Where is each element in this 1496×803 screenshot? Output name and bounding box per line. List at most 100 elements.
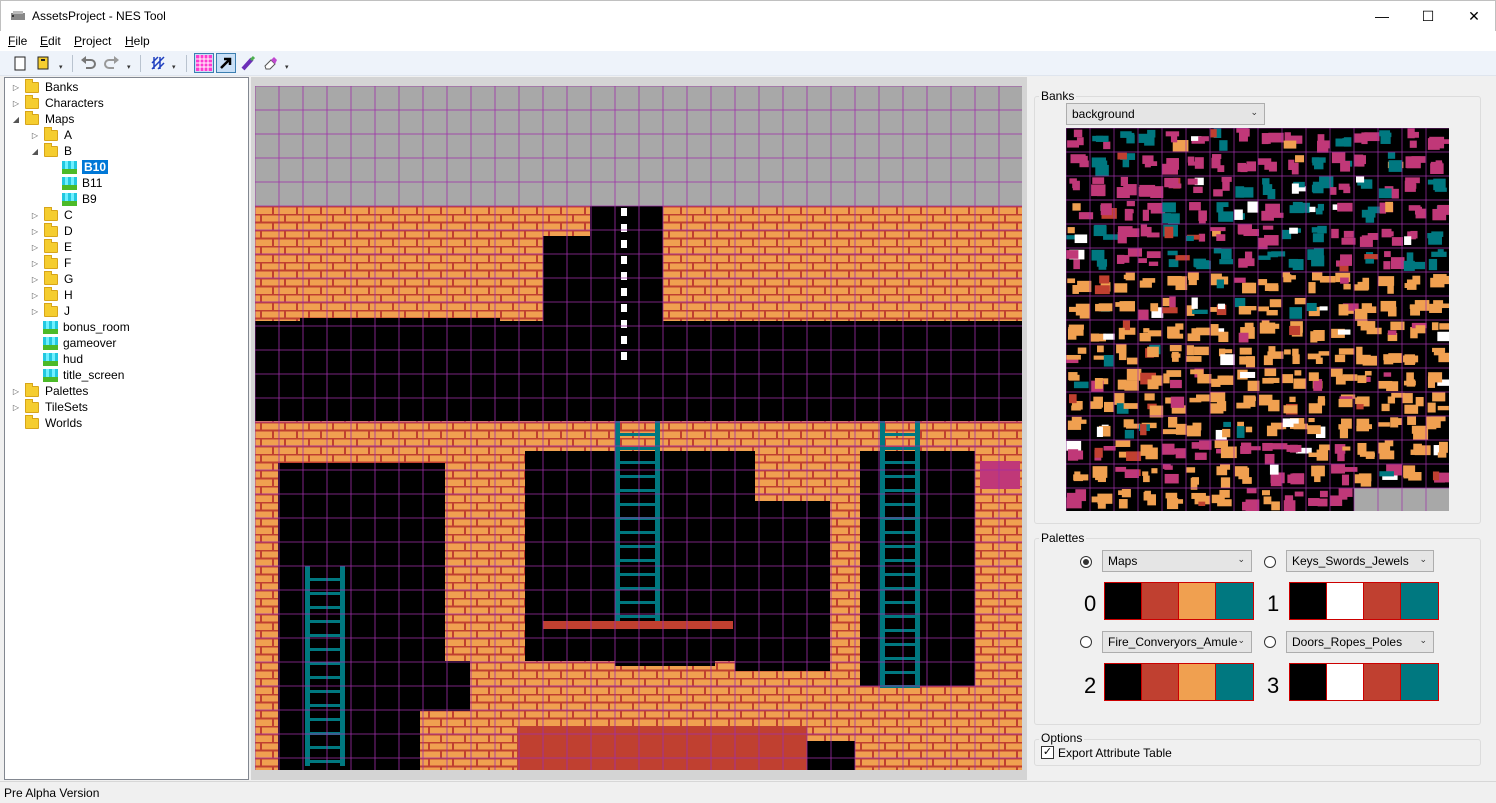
tile-pixel[interactable] [1147, 330, 1162, 337]
tile-pixel[interactable] [1103, 333, 1115, 340]
tile-pixel[interactable] [1269, 299, 1282, 308]
tile-pixel[interactable] [1428, 258, 1438, 271]
tile-pixel[interactable] [1168, 416, 1178, 428]
tile-pixel[interactable] [1115, 466, 1127, 472]
tree-node[interactable]: B10 [49, 159, 109, 175]
tile-pixel[interactable] [1261, 133, 1269, 145]
tile-pixel[interactable] [1073, 381, 1089, 389]
tile-pixel[interactable] [1409, 140, 1417, 148]
tile-pixel[interactable] [1221, 176, 1232, 182]
tile-pixel[interactable] [1067, 278, 1076, 284]
tile-pixel[interactable] [1115, 440, 1131, 447]
tile-pixel[interactable] [1258, 279, 1268, 286]
tree-node[interactable]: ▷ TileSets [11, 398, 88, 415]
tile-pixel[interactable] [1142, 209, 1149, 221]
tile-pixel[interactable] [1213, 189, 1223, 197]
tile-pixel[interactable] [1148, 261, 1159, 266]
tile-pixel[interactable] [1338, 304, 1349, 316]
tile-pixel[interactable] [1317, 396, 1325, 402]
tile-pixel[interactable] [1192, 309, 1208, 315]
tile-pixel[interactable] [1143, 328, 1150, 333]
tile-pixel[interactable] [1169, 499, 1184, 504]
tile-pixel[interactable] [1283, 500, 1296, 511]
empty-tile[interactable] [1426, 488, 1449, 511]
tile-pixel[interactable] [1262, 178, 1270, 185]
tile-pixel[interactable] [1067, 227, 1075, 234]
tile-pixel[interactable] [1404, 404, 1419, 414]
tile-pixel[interactable] [1170, 396, 1185, 408]
tile-pixel[interactable] [1245, 356, 1256, 368]
tile-pixel[interactable] [1238, 332, 1249, 343]
tile-pixel[interactable] [1331, 228, 1339, 239]
new-file-icon[interactable] [10, 53, 30, 73]
tree-node[interactable]: ◢ Maps [11, 110, 74, 127]
tile-pixel[interactable] [1075, 155, 1088, 161]
tile-pixel[interactable] [1289, 396, 1296, 403]
tile-pixel[interactable] [1410, 261, 1426, 270]
tile-pixel[interactable] [1311, 465, 1325, 477]
tile-pixel[interactable] [1198, 501, 1206, 506]
tile-pixel[interactable] [1313, 248, 1324, 261]
tile-pixel[interactable] [1150, 303, 1159, 312]
tree-expander-icon[interactable]: ◢ [30, 147, 40, 156]
tile-pixel[interactable] [1191, 297, 1198, 309]
palette-1-select[interactable]: Keys_Swords_Jewels ⌄ [1286, 550, 1434, 572]
tile-pixel[interactable] [1167, 333, 1184, 339]
palette-color-swatch[interactable] [1327, 583, 1364, 619]
palette-3-select[interactable]: Doors_Ropes_Poles ⌄ [1286, 631, 1434, 653]
tree-expander-icon[interactable]: ▷ [30, 275, 40, 284]
tile-pixel[interactable] [1431, 322, 1439, 331]
tile-pixel[interactable] [1162, 429, 1178, 435]
palette-color-swatch[interactable] [1364, 583, 1401, 619]
map-canvas[interactable] [255, 86, 1022, 770]
tile-pixel[interactable] [1094, 447, 1103, 458]
tile-pixel[interactable] [1385, 201, 1394, 213]
tile-pixel[interactable] [1312, 233, 1324, 243]
tile-pixel[interactable] [1222, 428, 1231, 438]
tile-pixel[interactable] [1385, 132, 1392, 138]
tile-pixel[interactable] [1294, 491, 1304, 497]
tile-pixel[interactable] [1245, 426, 1253, 433]
tile-pixel[interactable] [1407, 416, 1417, 425]
tile-pixel[interactable] [1308, 417, 1315, 423]
tile-pixel[interactable] [1076, 137, 1084, 146]
tile-pixel[interactable] [1126, 134, 1135, 144]
tile-pixel[interactable] [1235, 186, 1245, 198]
tile-pixel[interactable] [1162, 443, 1175, 455]
tile-pixel[interactable] [1092, 466, 1108, 478]
tile-pixel[interactable] [1066, 497, 1082, 509]
tile-pixel[interactable] [1146, 232, 1160, 238]
tile-pixel[interactable] [1220, 354, 1235, 366]
tile-pixel[interactable] [1188, 272, 1199, 281]
tile-pixel[interactable] [1383, 372, 1392, 377]
tile-pixel[interactable] [1142, 471, 1149, 476]
tile-pixel[interactable] [1175, 284, 1188, 291]
tile-pixel[interactable] [1311, 272, 1323, 281]
tile-pixel[interactable] [1317, 134, 1325, 146]
menu-edit[interactable]: Edit [40, 34, 61, 48]
tile-pixel[interactable] [1341, 474, 1350, 486]
tile-pixel[interactable] [1293, 378, 1307, 389]
tile-pixel[interactable] [1218, 331, 1229, 343]
tile-pixel[interactable] [1313, 330, 1325, 341]
tree-expander-icon[interactable]: ◢ [11, 115, 21, 124]
tile-pixel[interactable] [1066, 250, 1079, 259]
tile-pixel[interactable] [1307, 353, 1321, 360]
tile-pixel[interactable] [1198, 233, 1206, 242]
tree-expander-icon[interactable]: ▷ [30, 227, 40, 236]
tile-pixel[interactable] [1144, 134, 1155, 146]
tile-pixel[interactable] [1073, 129, 1083, 138]
tile-pixel[interactable] [1378, 442, 1391, 454]
palette-0-select[interactable]: Maps ⌄ [1102, 550, 1252, 572]
tile-pixel[interactable] [1210, 403, 1224, 414]
tile-pixel[interactable] [1165, 131, 1180, 137]
tile-pixel[interactable] [1162, 307, 1178, 314]
tile-pixel[interactable] [1383, 354, 1395, 361]
tile-pixel[interactable] [1123, 301, 1131, 309]
tile-pixel[interactable] [1164, 473, 1179, 484]
tree-node[interactable]: ▷ A [30, 126, 72, 143]
tile-pixel[interactable] [1378, 380, 1393, 389]
tile-pixel[interactable] [1217, 303, 1226, 310]
tile-pixel[interactable] [1116, 344, 1127, 354]
tile-pixel[interactable] [1186, 235, 1194, 242]
